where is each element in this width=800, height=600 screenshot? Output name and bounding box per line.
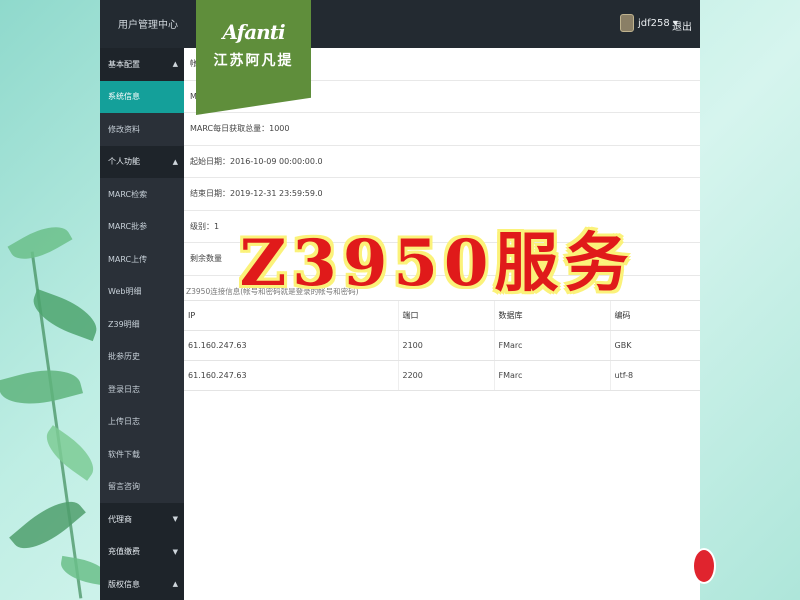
table-cell: 2100: [397, 330, 494, 361]
overlay-title: Z3950服务: [239, 226, 635, 301]
sidebar: 基本配置 ▲ 系统信息修改资料个人功能 ▲ MARC检索 MARC批参 MARC上传 Web明…: [100, 48, 184, 600]
sidebar-item-label: Z39明细: [108, 319, 140, 329]
logo-brand: Afanti: [222, 20, 285, 44]
sidebar-item-label: 登录日志: [108, 384, 140, 394]
sidebar-item[interactable]: 充值缴费 ▼: [100, 535, 184, 568]
info-row: 结束日期：2019-12-31 23:59:59.0: [184, 178, 700, 211]
info-row: 起始日期：2016-10-09 00:00:00.0: [184, 146, 700, 178]
sidebar-item-label: 修改资料: [108, 124, 140, 134]
leaf-decoration: [0, 360, 84, 414]
sidebar-item-label: 基本配置: [108, 59, 140, 69]
sidebar-item[interactable]: MARC检索: [100, 178, 184, 211]
sidebar-item[interactable]: Z39明细: [100, 308, 184, 341]
caret-up-icon: ▲: [172, 60, 178, 69]
table-cell: FMarc: [493, 360, 610, 391]
sidebar-item-label: 版权信息: [108, 579, 140, 589]
main-content: 帐号MARC数据量：34584MARC每日获取总量：1000起始日期：2016-…: [184, 48, 700, 600]
sidebar-item-label: MARC上传: [108, 254, 148, 264]
sidebar-item-label: 上传日志: [108, 417, 140, 427]
logout-link[interactable]: 退出: [672, 18, 692, 33]
table-cell: utf-8: [609, 360, 700, 391]
sidebar-item[interactable]: 留言咨询: [100, 471, 184, 504]
sidebar-item-label: 个人功能: [108, 157, 140, 167]
logo: Afanti 江苏阿凡提: [196, 0, 311, 115]
leaf-decoration: [26, 288, 104, 342]
sidebar-item[interactable]: MARC批参: [100, 211, 184, 244]
sidebar-item[interactable]: 基本配置 ▲: [100, 48, 184, 81]
app-title: 用户管理中心: [118, 20, 178, 31]
z3950-table: IP 端口 数据库 编码 61.160.247.63 2100 FMarc GBK 61.16…: [184, 299, 700, 391]
floating-badge[interactable]: [692, 548, 716, 584]
leaf-decoration: [37, 425, 103, 481]
sidebar-item[interactable]: 代理商 ▼: [100, 503, 184, 536]
table-row: 61.160.247.63 2200 FMarc utf-8: [184, 360, 700, 391]
column-header: IP: [184, 299, 398, 331]
column-header: 数据库: [493, 299, 610, 331]
table-cell: 61.160.247.63: [184, 330, 398, 361]
leaf-decoration: [7, 216, 73, 270]
sidebar-item[interactable]: MARC上传: [100, 243, 184, 276]
sidebar-item-label: Web明细: [108, 287, 142, 297]
sidebar-item[interactable]: 软件下载: [100, 438, 184, 471]
top-bar: 用户管理中心 jdf258 ▾ 退出: [100, 0, 700, 48]
sidebar-item-label: 系统信息: [108, 92, 140, 102]
info-row: MARC每日获取总量：1000: [184, 113, 700, 146]
sidebar-item[interactable]: 个人功能 ▲: [100, 145, 184, 178]
sidebar-item[interactable]: 系统信息: [100, 80, 184, 113]
sidebar-item-label: 留言咨询: [108, 482, 140, 492]
sidebar-item[interactable]: 版权信息 ▲: [100, 568, 184, 600]
sidebar-item-label: 代理商: [108, 514, 132, 524]
sidebar-item[interactable]: 修改资料: [100, 113, 184, 146]
sidebar-item-label: MARC批参: [108, 222, 148, 232]
caret-up-icon: ▲: [172, 580, 178, 589]
caret-down-icon: ▼: [172, 547, 178, 556]
sidebar-item[interactable]: Web明细: [100, 276, 184, 309]
column-header: 端口: [397, 299, 494, 331]
table-cell: FMarc: [493, 330, 610, 361]
caret-down-icon: ▼: [172, 515, 178, 524]
sidebar-item-label: 充值缴费: [108, 547, 140, 557]
logo-brand-cn: 江苏阿凡提: [213, 53, 294, 69]
sidebar-item-label: 软件下载: [108, 449, 140, 459]
table-cell: 2200: [397, 360, 494, 391]
sidebar-item[interactable]: 批参历史: [100, 341, 184, 374]
avatar[interactable]: [620, 14, 634, 32]
sidebar-item-label: 批参历史: [108, 352, 140, 362]
caret-up-icon: ▲: [172, 157, 178, 166]
column-header: 编码: [609, 299, 700, 331]
table-row: 61.160.247.63 2100 FMarc GBK: [184, 330, 700, 361]
sidebar-item-label: MARC检索: [108, 189, 148, 199]
table-cell: GBK: [609, 330, 700, 361]
sidebar-item[interactable]: 登录日志: [100, 373, 184, 406]
table-cell: 61.160.247.63: [184, 360, 398, 391]
sidebar-item[interactable]: 上传日志: [100, 406, 184, 439]
